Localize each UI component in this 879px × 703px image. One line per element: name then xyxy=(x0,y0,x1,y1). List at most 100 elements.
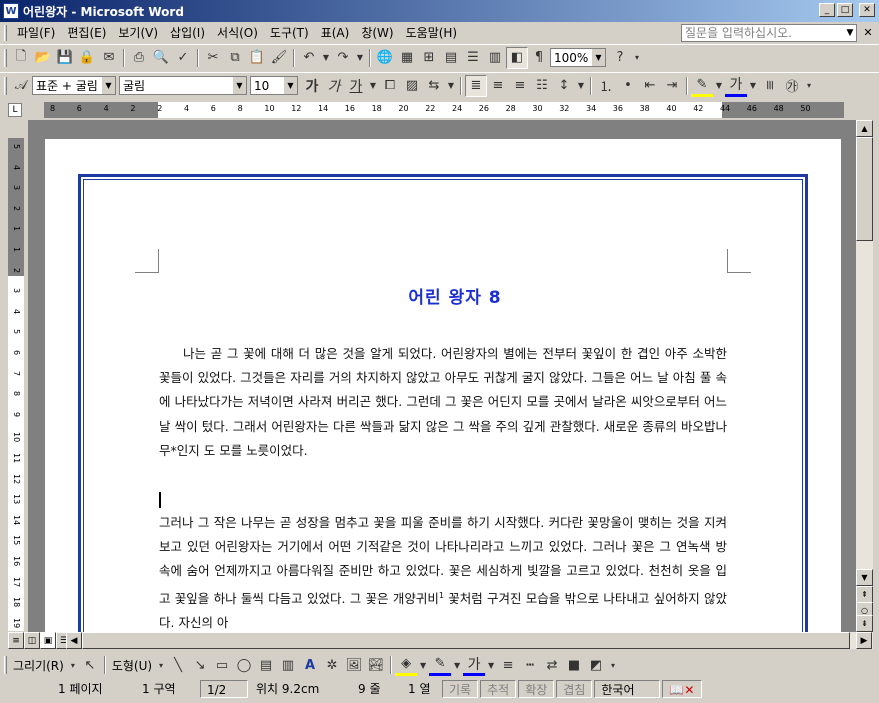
drawing-font-color-icon[interactable]: 가 xyxy=(463,654,486,676)
document-area[interactable]: 어린 왕자 8 나는 곧 그 꽃에 대해 더 많은 것을 알게 되었다. 어린왕… xyxy=(28,120,856,632)
status-track[interactable]: 추적 xyxy=(480,680,517,698)
spelling-status-icon[interactable]: 📖✕ xyxy=(662,680,703,698)
enclose-char-icon[interactable]: ㉮ xyxy=(781,75,803,97)
clip-art-icon[interactable]: 🖼 xyxy=(343,654,365,676)
document-close-icon[interactable]: ✕ xyxy=(861,26,875,40)
arrow-style-icon[interactable]: ⇄ xyxy=(541,654,563,676)
menu-insert[interactable]: 삽입(I) xyxy=(164,24,211,42)
horizontal-ruler[interactable]: 8 6 4 2 2 4 6 8 10 12 14 16 18 20 22 24 26 28 30 32 34 36 38 40… xyxy=(44,102,844,118)
highlight-icon[interactable]: ✎ xyxy=(691,75,713,97)
help-dropdown-icon[interactable]: ▼ xyxy=(843,24,857,42)
menu-window[interactable]: 창(W) xyxy=(355,24,399,42)
status-page-count[interactable]: 1/2 xyxy=(200,680,248,698)
web-layout-icon[interactable]: ◫ xyxy=(24,632,40,649)
scroll-thumb[interactable] xyxy=(856,137,873,241)
status-extend[interactable]: 확장 xyxy=(518,680,555,698)
style-select[interactable]: 표준 + 굴림 ▼ xyxy=(32,76,116,95)
tab-selector-icon[interactable]: L xyxy=(8,103,22,117)
show-hide-icon[interactable]: ¶ xyxy=(528,47,550,69)
underline-dropdown-icon[interactable]: ▼ xyxy=(367,75,379,97)
open-icon[interactable]: 📂 xyxy=(32,47,54,69)
bullets-icon[interactable]: • xyxy=(617,75,639,97)
help-icon[interactable]: ? xyxy=(609,47,631,69)
menu-file[interactable]: 파일(F) xyxy=(11,24,61,42)
print-preview-icon[interactable]: 🔍 xyxy=(150,47,172,69)
font-size-select[interactable]: 10 ▼ xyxy=(250,76,298,95)
oval-icon[interactable]: ◯ xyxy=(233,654,255,676)
print-layout-icon[interactable]: ▣ xyxy=(40,632,56,649)
justify-icon[interactable]: ≣ xyxy=(465,74,487,97)
line-spacing-icon[interactable]: ↕ xyxy=(553,75,575,97)
document-heading[interactable]: 어린 왕자 8 xyxy=(155,283,755,308)
chevron-down-icon[interactable]: ▼ xyxy=(283,77,297,94)
chevron-down-icon[interactable]: ▼ xyxy=(591,49,605,66)
phonetic-guide-icon[interactable]: ꠲ xyxy=(759,75,781,97)
next-page-icon[interactable]: ⇟ xyxy=(856,615,873,632)
italic-button[interactable]: 가 xyxy=(323,75,345,97)
normal-view-icon[interactable]: ≡ xyxy=(8,632,24,649)
hyperlink-icon[interactable]: 🌐 xyxy=(374,47,396,69)
rectangle-icon[interactable]: ▭ xyxy=(211,654,233,676)
distribute-icon[interactable]: ☷ xyxy=(531,75,553,97)
autoshapes-dropdown-icon[interactable]: ▾ xyxy=(155,654,167,676)
autoshapes-menu-button[interactable]: 도형(U) xyxy=(109,657,155,674)
align-right-icon[interactable]: ≡ xyxy=(509,75,531,97)
font-color-dropdown-icon[interactable]: ▼ xyxy=(747,75,759,97)
menu-help[interactable]: 도움말(H) xyxy=(400,24,464,42)
horizontal-scroll-thumb[interactable] xyxy=(82,632,850,649)
email-icon[interactable]: ✉ xyxy=(98,47,120,69)
cut-icon[interactable]: ✂ xyxy=(202,47,224,69)
diagram-icon[interactable]: ✲ xyxy=(321,654,343,676)
chevron-down-icon[interactable]: ▼ xyxy=(101,77,115,94)
picture-icon[interactable]: 🏞 xyxy=(365,654,387,676)
minimize-button[interactable]: _ xyxy=(819,3,835,17)
draw-menu-button[interactable]: 그리기(R) xyxy=(10,657,67,674)
insert-excel-icon[interactable]: ▤ xyxy=(440,47,462,69)
status-language[interactable]: 한국어 xyxy=(594,680,661,698)
close-button[interactable]: ✕ xyxy=(859,3,875,17)
undo-dropdown-icon[interactable]: ▼ xyxy=(320,47,332,69)
scroll-down-icon[interactable]: ▼ xyxy=(856,569,873,586)
highlight-dropdown-icon[interactable]: ▼ xyxy=(713,75,725,97)
menu-format[interactable]: 서식(O) xyxy=(211,24,264,42)
status-page[interactable]: 1 페이지 xyxy=(52,680,134,698)
fill-color-icon[interactable]: ◈ xyxy=(395,654,418,676)
scroll-up-icon[interactable]: ▲ xyxy=(856,120,873,137)
char-scale-icon[interactable]: ⇆ xyxy=(423,75,445,97)
draw-dropdown-icon[interactable]: ▾ xyxy=(67,654,79,676)
chevron-down-icon[interactable]: ▼ xyxy=(232,77,246,94)
increase-indent-icon[interactable]: ⇥ xyxy=(661,75,683,97)
decrease-indent-icon[interactable]: ⇤ xyxy=(639,75,661,97)
shadow-style-icon[interactable]: ■ xyxy=(563,654,585,676)
3d-style-icon[interactable]: ◩ xyxy=(585,654,607,676)
tables-borders-icon[interactable]: ▦ xyxy=(396,47,418,69)
drawing-icon[interactable]: ▥ xyxy=(484,47,506,69)
new-icon[interactable]: 🗋 xyxy=(10,47,32,69)
char-border-icon[interactable]: ⧠ xyxy=(379,75,401,97)
columns-icon[interactable]: ☰ xyxy=(462,47,484,69)
previous-page-icon[interactable]: ⇞ xyxy=(856,586,873,603)
status-column[interactable]: 1 열 xyxy=(402,680,440,698)
menu-edit[interactable]: 편집(E) xyxy=(61,24,112,42)
menu-grip[interactable] xyxy=(4,25,7,41)
underline-button[interactable]: 가 xyxy=(345,75,367,97)
toolbar-options-icon[interactable]: ▾ xyxy=(607,654,619,676)
status-overtype[interactable]: 겹침 xyxy=(556,680,593,698)
scroll-right-icon[interactable]: ▶ xyxy=(856,632,872,649)
paragraph-2[interactable]: 그러나 그 작은 나무는 곧 성장을 멈추고 꽃을 피울 준비를 하기 시작했다… xyxy=(159,511,727,632)
styles-formatting-icon[interactable]: 𝒜 xyxy=(10,75,32,97)
toolbar-options-icon[interactable]: ▾ xyxy=(631,47,643,69)
word-app-icon[interactable]: W xyxy=(3,3,19,19)
align-center-icon[interactable]: ≡ xyxy=(487,75,509,97)
horizontal-scrollbar[interactable]: ≡ ◫ ▣ ☰ ◀ ▶ xyxy=(8,632,873,649)
page[interactable]: 어린 왕자 8 나는 곧 그 꽃에 대해 더 많은 것을 알게 되었다. 어린왕… xyxy=(45,139,841,632)
vertical-text-box-icon[interactable]: ▥ xyxy=(277,654,299,676)
toolbar-options-icon[interactable]: ▾ xyxy=(803,75,815,97)
line-color-dropdown-icon[interactable]: ▼ xyxy=(451,654,463,676)
line-style-icon[interactable]: ≡ xyxy=(497,654,519,676)
vertical-scrollbar[interactable]: ▲ ▼ ⇞ ○ ⇟ xyxy=(856,120,873,632)
help-search-input[interactable]: 질문을 입력하십시오. xyxy=(681,24,857,42)
arrow-icon[interactable]: ↘ xyxy=(189,654,211,676)
status-section[interactable]: 1 구역 xyxy=(136,680,198,698)
menu-tools[interactable]: 도구(T) xyxy=(264,24,315,42)
